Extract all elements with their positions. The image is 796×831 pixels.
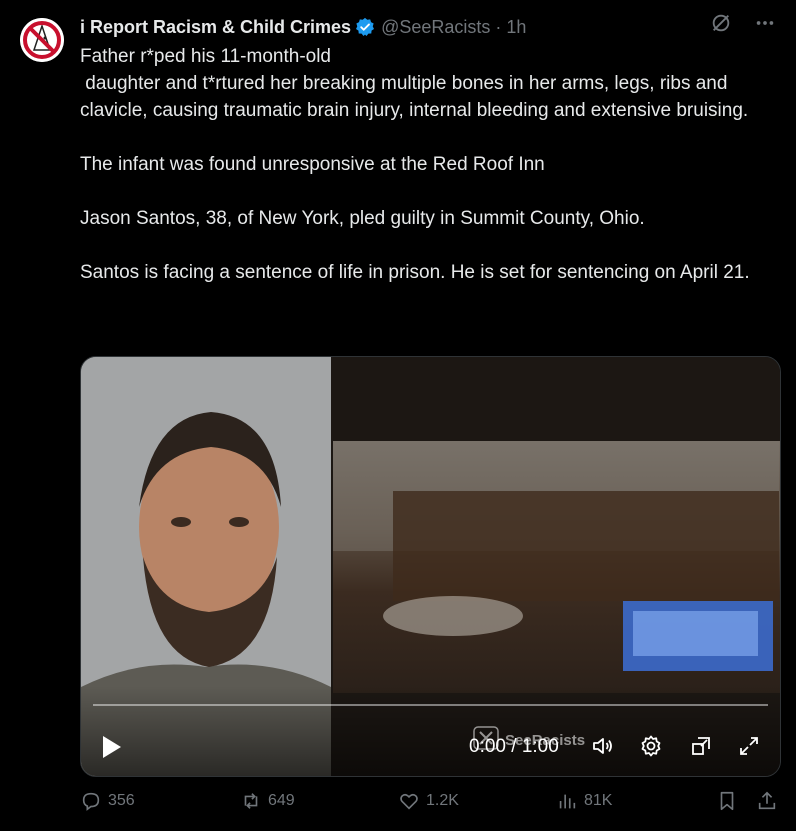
views-button[interactable]: 81K bbox=[556, 790, 612, 812]
share-button[interactable] bbox=[756, 790, 778, 812]
author-handle[interactable]: @SeeRacists bbox=[381, 17, 490, 38]
author-name[interactable]: i Report Racism & Child Crimes bbox=[80, 17, 351, 38]
pip-icon[interactable] bbox=[687, 732, 715, 760]
share-icon bbox=[758, 791, 776, 810]
more-icon[interactable] bbox=[754, 12, 776, 34]
settings-icon[interactable] bbox=[637, 732, 665, 760]
timestamp[interactable]: 1h bbox=[506, 17, 526, 38]
video-frame-inner bbox=[333, 441, 780, 693]
avatar[interactable] bbox=[20, 18, 64, 62]
reply-count: 356 bbox=[108, 792, 135, 809]
bookmark-button[interactable] bbox=[716, 790, 738, 812]
video-player[interactable]: SeeRacists 0:00 / 1:00 bbox=[80, 356, 781, 777]
avatar-image bbox=[20, 18, 64, 62]
like-icon bbox=[400, 793, 418, 810]
progress-bar[interactable] bbox=[93, 704, 768, 706]
reply-icon bbox=[82, 792, 100, 811]
time-readout: 0:00 / 1:00 bbox=[469, 736, 559, 757]
reply-button[interactable]: 356 bbox=[80, 790, 135, 812]
like-button[interactable]: 1.2K bbox=[398, 790, 459, 812]
controls-overlay bbox=[81, 686, 780, 776]
header-actions bbox=[710, 12, 776, 34]
repost-count: 649 bbox=[268, 792, 295, 809]
repost-button[interactable]: 649 bbox=[240, 790, 295, 812]
views-count: 81K bbox=[584, 792, 613, 809]
repost-icon bbox=[244, 793, 258, 809]
like-count: 1.2K bbox=[426, 792, 459, 809]
views-icon bbox=[559, 794, 576, 809]
bookmark-icon bbox=[720, 791, 734, 811]
verified-badge-icon bbox=[355, 17, 375, 37]
grok-icon[interactable] bbox=[710, 12, 732, 34]
volume-icon[interactable] bbox=[589, 732, 617, 760]
fullscreen-icon[interactable] bbox=[735, 732, 763, 760]
tweet-header: i Report Racism & Child Crimes @SeeRacis… bbox=[80, 14, 776, 40]
tweet-actions: 356 649 1.2K 81K bbox=[80, 790, 780, 820]
separator-dot: · bbox=[495, 16, 502, 37]
play-icon[interactable] bbox=[99, 732, 125, 762]
tweet-text: Father r*ped his 11-month-old daughter a… bbox=[80, 46, 750, 283]
